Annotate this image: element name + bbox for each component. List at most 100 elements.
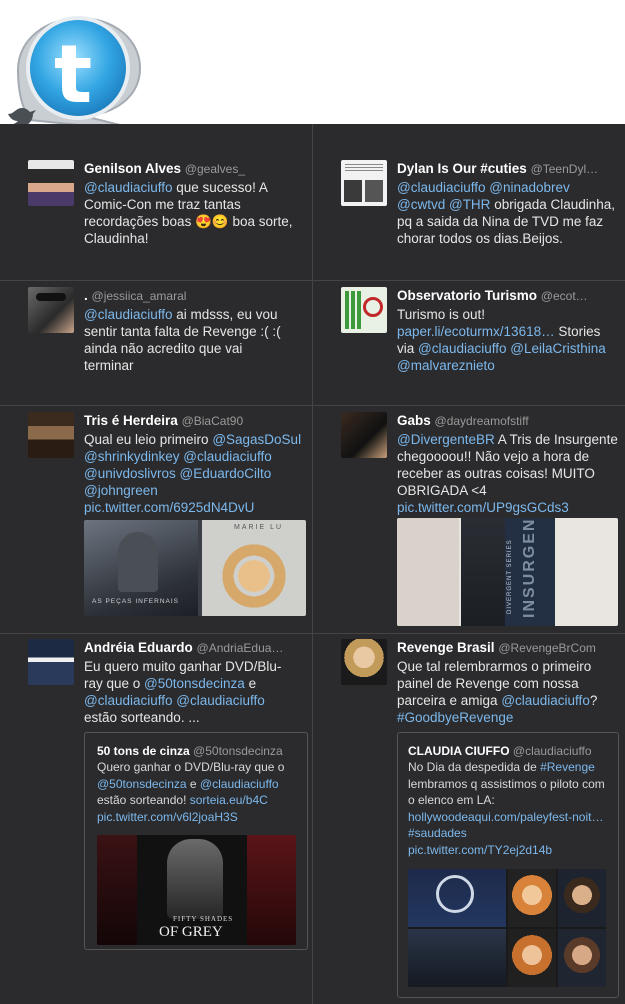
quoted-author-handle[interactable]: @50tonsdecinza: [193, 744, 283, 758]
quoted-tweet-photo[interactable]: FIFTY SHADES OF GREY: [97, 835, 296, 945]
tweet-text: Turismo is out! paper.li/ecoturmx/13618……: [397, 306, 617, 374]
mention-link[interactable]: @shrinkydinkey: [84, 449, 180, 464]
mention-link[interactable]: pic.twitter.com/UP9gsGCds3: [397, 500, 569, 515]
tweet-text: Eu quero muito ganhar DVD/Blu-ray que o …: [84, 658, 294, 726]
author-name[interactable]: Revenge Brasil: [397, 640, 495, 655]
avatar[interactable]: [341, 287, 387, 333]
photo-caption: MARIE LU: [234, 524, 284, 531]
mention-link[interactable]: @ninadobrev: [489, 180, 570, 195]
mention-link[interactable]: @50tonsdecinza: [97, 777, 187, 791]
mention-link[interactable]: #saudades: [408, 826, 467, 840]
avatar[interactable]: [341, 160, 387, 206]
tweet-photo[interactable]: AS PEÇAS INFERNAIS MARIE LU: [84, 520, 306, 616]
tweet-text-segment: lembramos q assistimos o piloto com o el…: [408, 776, 605, 808]
mention-link[interactable]: @LeilaCristhina: [510, 341, 606, 356]
author-handle[interactable]: @ecot…: [541, 289, 588, 303]
photo-caption: DIVERGENT SERIES: [507, 539, 513, 614]
mention-link[interactable]: @claudiaciuffo: [176, 693, 265, 708]
author-name[interactable]: Andréia Eduardo: [84, 640, 193, 655]
tweet-feed: Genilson Alves @gealves_ @claudiaciuffo …: [0, 124, 625, 1004]
mention-link[interactable]: @cwtvd: [397, 197, 445, 212]
author-name[interactable]: Tris é Herdeira: [84, 413, 178, 428]
twitter-logo-icon: t: [0, 0, 160, 140]
mention-link[interactable]: @EduardoCilto: [180, 466, 272, 481]
mention-link[interactable]: @claudiaciuffo: [183, 449, 272, 464]
quoted-author-handle[interactable]: @claudiaciuffo: [513, 744, 592, 758]
mention-link[interactable]: @claudiaciuffo: [418, 341, 507, 356]
avatar[interactable]: [28, 287, 74, 333]
quoted-tweet[interactable]: CLAUDIA CIUFFO @claudiaciuffo No Dia da …: [397, 732, 619, 998]
author-handle[interactable]: @jessiica_amaral: [92, 289, 187, 303]
author-name[interactable]: Dylan Is Our #cuties: [397, 161, 527, 176]
mention-link[interactable]: @THR: [449, 197, 490, 212]
author-handle[interactable]: @AndriaEdua…: [197, 641, 284, 655]
mention-link[interactable]: hollywoodeaqui.com/paleyfest-noit…: [408, 810, 603, 824]
mention-link[interactable]: @claudiaciuffo: [84, 307, 173, 322]
quoted-tweet-text: Quero ganhar o DVD/Blu-ray que o @50tons…: [97, 759, 299, 825]
mention-link[interactable]: @DivergenteBR: [397, 432, 495, 447]
tweet-text: Que tal relembrarmos o primeiro painel d…: [397, 658, 619, 726]
author-handle[interactable]: @RevengeBrCom: [498, 641, 596, 655]
quoted-author-name[interactable]: CLAUDIA CIUFFO: [408, 744, 510, 758]
mention-link[interactable]: pic.twitter.com/TY2ej2d14b: [408, 843, 552, 857]
mention-link[interactable]: sorteia.eu/b4C: [190, 793, 268, 807]
author-handle[interactable]: @daydreamofstiff: [435, 414, 529, 428]
mention-link[interactable]: @johngreen: [84, 483, 158, 498]
photo-caption: FIFTY SHADES: [173, 915, 234, 923]
tweet-text-segment: ?: [589, 693, 598, 708]
avatar[interactable]: [28, 639, 74, 685]
row-divider: [0, 405, 625, 406]
mention-link[interactable]: @malvareznieto: [397, 358, 495, 373]
author-name[interactable]: Genilson Alves: [84, 161, 181, 176]
mention-link[interactable]: @claudiaciuffo: [84, 180, 173, 195]
mention-link[interactable]: @claudiaciuffo: [397, 180, 486, 195]
tweet-text: @DivergenteBR A Tris de Insurgente chego…: [397, 431, 619, 516]
mention-link[interactable]: @claudiaciuffo: [84, 693, 173, 708]
mention-link[interactable]: @50tonsdecinza: [144, 676, 245, 691]
author-name[interactable]: Gabs: [397, 413, 431, 428]
tweet-text-segment: e: [244, 676, 257, 691]
quoted-author-name[interactable]: 50 tons de cinza: [97, 744, 190, 758]
tweet-text: @claudiaciuffo @ninadobrev @cwtvd @THR o…: [397, 179, 617, 247]
author-name[interactable]: Observatorio Turismo: [397, 288, 537, 303]
avatar[interactable]: [341, 639, 387, 685]
column-divider: [312, 124, 313, 1004]
avatar[interactable]: [28, 412, 74, 458]
row-divider: [0, 633, 625, 634]
tweet-text: Qual eu leio primeiro @SagasDoSul @shrin…: [84, 431, 306, 516]
quoted-tweet[interactable]: 50 tons de cinza @50tonsdecinza Quero ga…: [84, 732, 308, 950]
tweet-text: @claudiaciuffo ai mdsss, eu vou sentir t…: [84, 306, 294, 374]
mention-link[interactable]: @claudiaciuffo: [501, 693, 590, 708]
avatar[interactable]: [28, 160, 74, 206]
tweet-text-segment: Turismo is out!: [397, 307, 486, 322]
mention-link[interactable]: #Revenge: [540, 760, 595, 774]
mention-link[interactable]: pic.twitter.com/6925dN4DvU: [84, 500, 254, 515]
quoted-tweet-photo[interactable]: [408, 869, 606, 987]
quoted-tweet-text: No Dia da despedida de #Revenge lembramo…: [408, 759, 612, 858]
author-name[interactable]: .: [84, 288, 88, 303]
mention-link[interactable]: paper.li/ecoturmx/13618…: [397, 324, 555, 339]
author-handle[interactable]: @BiaCat90: [182, 414, 244, 428]
tweet-text-segment: No Dia da despedida de: [408, 760, 541, 774]
mention-link[interactable]: pic.twitter.com/v6l2joaH3S: [97, 810, 238, 824]
tweet-text-segment: estão sorteando!: [97, 793, 190, 807]
photo-caption: AS PEÇAS INFERNAIS: [92, 598, 179, 605]
tweet-text-segment: Quero ganhar o DVD/Blu-ray que o: [97, 760, 285, 774]
avatar[interactable]: [341, 412, 387, 458]
mention-link[interactable]: #GoodbyeRevenge: [397, 710, 513, 725]
row-divider: [0, 280, 625, 281]
photo-caption: OF GREY: [159, 924, 223, 940]
tweet-text-segment: e: [186, 776, 200, 791]
tweet-photo[interactable]: DIVERGENT SERIES INSURGENT: [397, 518, 618, 626]
mention-link[interactable]: @SagasDoSul: [212, 432, 301, 447]
tweet-text-segment: 😍😊: [195, 214, 229, 229]
photo-caption: INSURGENT: [521, 518, 538, 618]
tweet-text-segment: Qual eu leio primeiro: [84, 432, 213, 447]
author-handle[interactable]: @TeenDyl…: [531, 162, 599, 176]
tweet-text: @claudiaciuffo que sucesso! A Comic-Con …: [84, 179, 294, 247]
author-handle[interactable]: @gealves_: [185, 162, 245, 176]
mention-link[interactable]: @claudiaciuffo: [200, 777, 279, 791]
mention-link[interactable]: @univdoslivros: [84, 466, 176, 481]
tweet-text-segment: estão sorteando. ...: [84, 710, 200, 725]
svg-text:t: t: [54, 28, 92, 121]
